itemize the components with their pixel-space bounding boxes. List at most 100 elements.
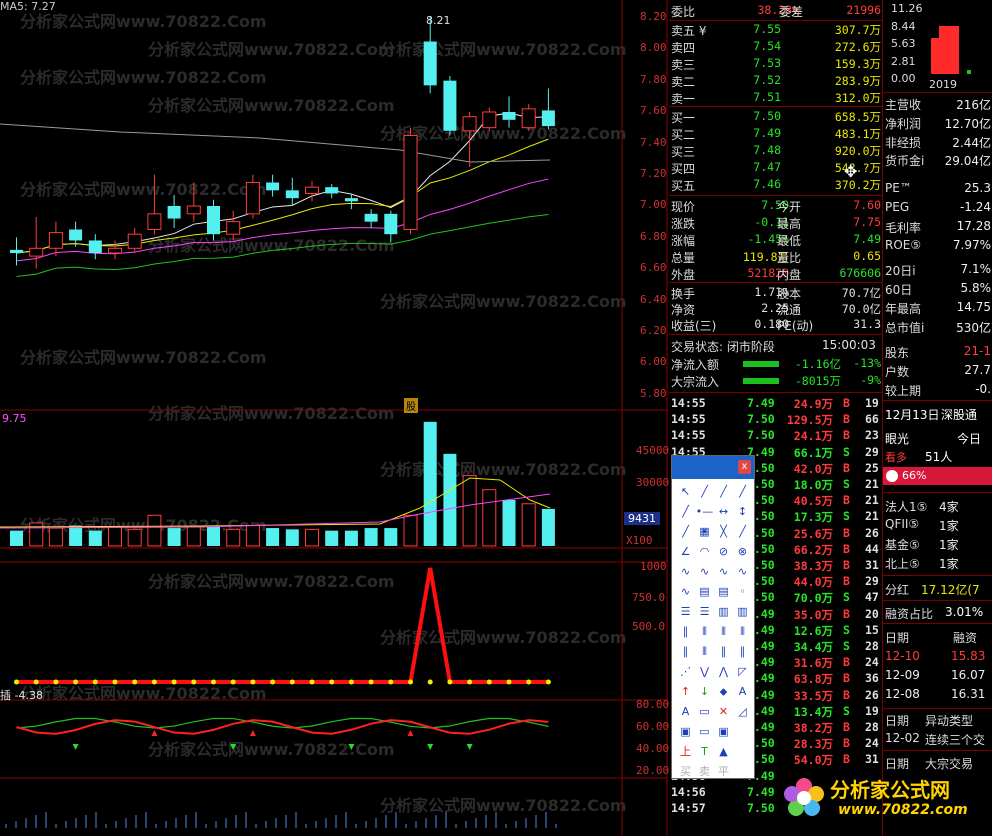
volume-bar[interactable] xyxy=(127,528,142,547)
volume-bar[interactable] xyxy=(364,528,378,546)
trade-mark-tool[interactable]: 买 xyxy=(676,762,695,782)
draw-tool-icon[interactable]: ▤ xyxy=(695,582,714,602)
draw-tool-icon[interactable]: ⋁ xyxy=(695,662,714,682)
candle-body[interactable] xyxy=(285,190,299,199)
volume-bar[interactable] xyxy=(423,421,437,546)
draw-tool-icon[interactable]: ▭ xyxy=(695,702,714,722)
candle-body[interactable] xyxy=(186,205,201,215)
draw-tool-icon[interactable]: ╱ xyxy=(695,482,714,502)
volume-bar[interactable] xyxy=(226,528,241,547)
draw-tool-icon[interactable]: A xyxy=(676,702,695,722)
event-badge[interactable]: 股 xyxy=(404,398,418,413)
candle-body[interactable] xyxy=(443,80,457,131)
order-level-row[interactable]: 卖四 7.54 272.6万 xyxy=(669,39,882,55)
draw-tool-icon[interactable]: ▭ xyxy=(695,722,714,742)
volume-bar[interactable] xyxy=(344,530,358,546)
trade-row[interactable]: 14:55 7.50 129.5万 B 66 xyxy=(669,412,882,428)
toolbox-titlebar[interactable]: x xyxy=(672,456,754,479)
draw-tool-icon[interactable]: ▥ xyxy=(714,602,733,622)
draw-tool-icon[interactable]: ╳ xyxy=(714,522,733,542)
draw-tool-icon[interactable]: ∿ xyxy=(733,562,752,582)
draw-tool-icon[interactable]: ▣ xyxy=(676,722,695,742)
draw-tool-icon[interactable]: ◦ xyxy=(733,582,752,602)
draw-tool-icon[interactable]: ∿ xyxy=(676,562,695,582)
candle-body[interactable] xyxy=(325,187,339,194)
draw-tool-icon[interactable]: ⦀ xyxy=(714,622,733,642)
draw-tool-icon[interactable]: ╱ xyxy=(676,522,695,542)
order-level-row[interactable]: 卖一 7.51 312.0万 xyxy=(669,90,882,106)
candle-body[interactable] xyxy=(423,41,437,86)
draw-tool-icon[interactable]: A xyxy=(733,682,752,702)
kline-chart[interactable] xyxy=(0,0,668,836)
candle-body[interactable] xyxy=(502,112,516,120)
volume-bar[interactable] xyxy=(167,528,181,546)
candle-body[interactable] xyxy=(29,247,44,257)
draw-tool-icon[interactable]: ◿ xyxy=(733,702,752,722)
order-level-row[interactable]: 买三 7.48 920.0万 xyxy=(669,143,882,159)
draw-tool-icon[interactable]: ☰ xyxy=(676,602,695,622)
draw-tool-icon[interactable]: •—• xyxy=(695,502,714,538)
volume-bar[interactable] xyxy=(443,453,457,546)
candle-body[interactable] xyxy=(127,233,142,249)
volume-bar[interactable] xyxy=(325,530,339,546)
volume-bar[interactable] xyxy=(482,489,497,547)
candle-body[interactable] xyxy=(403,135,418,230)
draw-tool-icon[interactable]: ▲ xyxy=(714,742,733,762)
candle-body[interactable] xyxy=(167,206,181,219)
trade-row[interactable]: 14:55 7.49 24.9万 B 19 xyxy=(669,396,882,412)
toolbox-close-button[interactable]: x xyxy=(738,460,751,474)
volume-bar[interactable] xyxy=(384,528,398,546)
draw-tool-icon[interactable] xyxy=(733,722,752,742)
draw-tool-icon[interactable]: ☰ xyxy=(695,602,714,622)
chart-area[interactable]: 分析家公式网www.70822.Com 分析家公式网www.70822.Com … xyxy=(0,0,669,836)
news-source[interactable]: 深股通 xyxy=(941,406,977,423)
draw-tool-icon[interactable]: ↑ xyxy=(676,682,695,702)
order-level-row[interactable]: 买一 7.50 658.5万 xyxy=(669,109,882,125)
volume-bar[interactable] xyxy=(285,529,299,546)
candle-body[interactable] xyxy=(305,186,319,194)
trade-mark-tool[interactable]: 平 xyxy=(714,762,733,782)
draw-tool-icon[interactable]: ∿ xyxy=(714,562,733,582)
draw-tool-icon[interactable] xyxy=(733,762,752,782)
draw-tool-icon[interactable]: 上 xyxy=(676,742,695,762)
volume-bar[interactable] xyxy=(147,514,162,547)
candle-body[interactable] xyxy=(207,206,220,235)
trade-mark-tool[interactable]: 卖 xyxy=(695,762,714,782)
candle-body[interactable] xyxy=(226,221,241,235)
draw-tool-icon[interactable]: ⦀ xyxy=(695,622,714,642)
candle-body[interactable] xyxy=(69,229,83,241)
volume-bar[interactable] xyxy=(521,503,536,547)
draw-tool-icon[interactable]: ↕ xyxy=(733,502,752,522)
draw-tool-icon[interactable]: ∠ xyxy=(676,542,695,562)
candle-body[interactable] xyxy=(108,247,122,254)
draw-tool-icon[interactable]: ╱ xyxy=(714,482,733,502)
candle-body[interactable] xyxy=(245,182,260,215)
candle-body[interactable] xyxy=(541,110,555,127)
news-date[interactable]: 12月13日 xyxy=(885,406,940,423)
draw-tool-icon[interactable]: ⬥ xyxy=(714,682,733,702)
volume-bar[interactable] xyxy=(108,526,122,547)
volume-bar[interactable] xyxy=(69,525,83,546)
volume-bar[interactable] xyxy=(10,530,23,546)
draw-tool-icon[interactable]: ▣ xyxy=(714,722,733,742)
draw-tool-icon[interactable]: ↓ xyxy=(695,682,714,702)
volume-bar[interactable] xyxy=(207,526,220,546)
trade-row[interactable]: 14:55 7.50 24.1万 B 23 xyxy=(669,428,882,444)
draw-tool-icon[interactable] xyxy=(733,742,752,762)
order-level-row[interactable]: 买二 7.49 483.1万 xyxy=(669,126,882,142)
draw-tool-icon[interactable]: ⦀ xyxy=(733,622,752,642)
candle-body[interactable] xyxy=(10,249,23,253)
draw-tool-icon[interactable]: ▤ xyxy=(714,582,733,602)
draw-tool-icon[interactable]: ▥ xyxy=(733,602,752,622)
candle-body[interactable] xyxy=(462,116,477,132)
volume-bar[interactable] xyxy=(502,499,516,546)
draw-tool-icon[interactable]: ⊘ xyxy=(714,542,733,562)
order-level-row[interactable]: 卖五 ¥ 7.55 307.7万 xyxy=(669,22,882,38)
candle-body[interactable] xyxy=(88,240,102,253)
draw-tool-icon[interactable]: ⦀ xyxy=(695,642,714,662)
volume-bar[interactable] xyxy=(245,525,260,547)
candle-body[interactable] xyxy=(364,213,378,222)
candle-body[interactable] xyxy=(266,182,280,191)
candle-body[interactable] xyxy=(48,232,63,249)
draw-tool-icon[interactable]: ⊗ xyxy=(733,542,752,562)
